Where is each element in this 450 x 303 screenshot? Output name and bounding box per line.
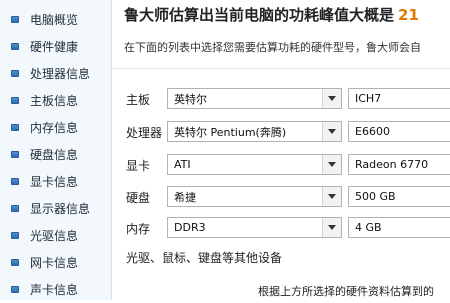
sidebar-item-overview[interactable]: 电脑概览 (0, 6, 111, 33)
sidebar-item-disk[interactable]: 硬盘信息 (0, 141, 111, 168)
chevron-down-icon[interactable] (322, 218, 341, 237)
sidebar-item-label: 电脑概览 (30, 13, 79, 27)
instructions-text: 在下面的列表中选择您需要估算功耗的硬件型号，鲁大师会自 (124, 41, 421, 54)
bullet-icon (11, 259, 19, 266)
cpu-brand-select[interactable]: 英特尔 Pentium(奔腾) (167, 121, 342, 142)
bullet-icon (11, 178, 19, 185)
motherboard-model-select[interactable]: ICH7 (348, 88, 450, 109)
sidebar-item-optical[interactable]: 光驱信息 (0, 222, 111, 249)
estimate-footer-text: 根据上方所选择的硬件资料估算到的 (258, 285, 434, 298)
sidebar-item-network[interactable]: 网卡信息 (0, 249, 111, 276)
sidebar-item-label: 显卡信息 (30, 175, 79, 189)
sidebar-item-label: 声卡信息 (30, 283, 79, 297)
sidebar-item-gpu[interactable]: 显卡信息 (0, 168, 111, 195)
gpu-brand-select[interactable]: ATI (167, 154, 342, 175)
sidebar-item-label: 主板信息 (30, 94, 79, 108)
disk-brand-select[interactable]: 希捷 (167, 186, 342, 207)
memory-type-select[interactable]: DDR3 (167, 217, 342, 238)
sidebar-item-monitor[interactable]: 显示器信息 (0, 195, 111, 222)
select-value: 英特尔 (174, 92, 207, 106)
sidebar: 电脑概览 硬件健康 处理器信息 主板信息 内存信息 硬盘信息 显卡信息 显示器信… (0, 0, 112, 300)
select-value: 500 GB (355, 190, 396, 203)
sidebar-item-hardware-health[interactable]: 硬件健康 (0, 33, 111, 60)
page-title-text: 鲁大师估算出当前电脑的功耗峰值大概是 (124, 6, 395, 24)
select-value: E6600 (355, 125, 390, 138)
sidebar-item-label: 处理器信息 (30, 67, 91, 81)
sidebar-item-label: 硬盘信息 (30, 148, 79, 162)
gpu-model-select[interactable]: Radeon 6770 (348, 154, 450, 175)
sidebar-item-label: 硬件健康 (30, 40, 79, 54)
gpu-label: 显卡 (126, 159, 151, 173)
bullet-icon (11, 97, 19, 104)
sidebar-item-label: 显示器信息 (30, 202, 91, 216)
chevron-down-icon[interactable] (322, 155, 341, 174)
bullet-icon (11, 286, 19, 293)
bullet-icon (11, 70, 19, 77)
cpu-label: 处理器 (126, 126, 163, 140)
power-peak-value: 21 (398, 6, 419, 24)
motherboard-label: 主板 (126, 93, 151, 107)
bullet-icon (11, 151, 19, 158)
bullet-icon (11, 43, 19, 50)
memory-label: 内存 (126, 222, 151, 236)
select-value: 希捷 (174, 190, 196, 204)
sidebar-item-memory[interactable]: 内存信息 (0, 114, 111, 141)
sidebar-item-label: 网卡信息 (30, 256, 79, 270)
motherboard-brand-select[interactable]: 英特尔 (167, 88, 342, 109)
sidebar-item-label: 内存信息 (30, 121, 79, 135)
select-value: ICH7 (355, 92, 382, 105)
bullet-icon (11, 16, 19, 23)
bullet-icon (11, 205, 19, 212)
main-panel: 鲁大师估算出当前电脑的功耗峰值大概是 21 在下面的列表中选择您需要估算功耗的硬件… (112, 0, 450, 300)
select-value: 4 GB (355, 221, 382, 234)
sidebar-item-label: 光驱信息 (30, 229, 79, 243)
sidebar-item-sound[interactable]: 声卡信息 (0, 276, 111, 303)
disk-model-select[interactable]: 500 GB (348, 186, 450, 207)
select-value: ATI (174, 158, 191, 171)
cpu-model-select[interactable]: E6600 (348, 121, 450, 142)
select-value: Radeon 6770 (355, 158, 429, 171)
select-value: DDR3 (174, 221, 206, 234)
chevron-down-icon[interactable] (322, 122, 341, 141)
select-value: 英特尔 Pentium(奔腾) (174, 125, 287, 139)
chevron-down-icon[interactable] (322, 187, 341, 206)
bullet-icon (11, 124, 19, 131)
chevron-down-icon[interactable] (322, 89, 341, 108)
disk-label: 硬盘 (126, 191, 151, 205)
bullet-icon (11, 232, 19, 239)
memory-size-select[interactable]: 4 GB (348, 217, 450, 238)
sidebar-item-cpu[interactable]: 处理器信息 (0, 60, 111, 87)
divider (112, 68, 450, 69)
page-title: 鲁大师估算出当前电脑的功耗峰值大概是 21 (124, 4, 419, 25)
sidebar-item-motherboard[interactable]: 主板信息 (0, 87, 111, 114)
other-devices-label: 光驱、鼠标、键盘等其他设备 (126, 251, 283, 265)
